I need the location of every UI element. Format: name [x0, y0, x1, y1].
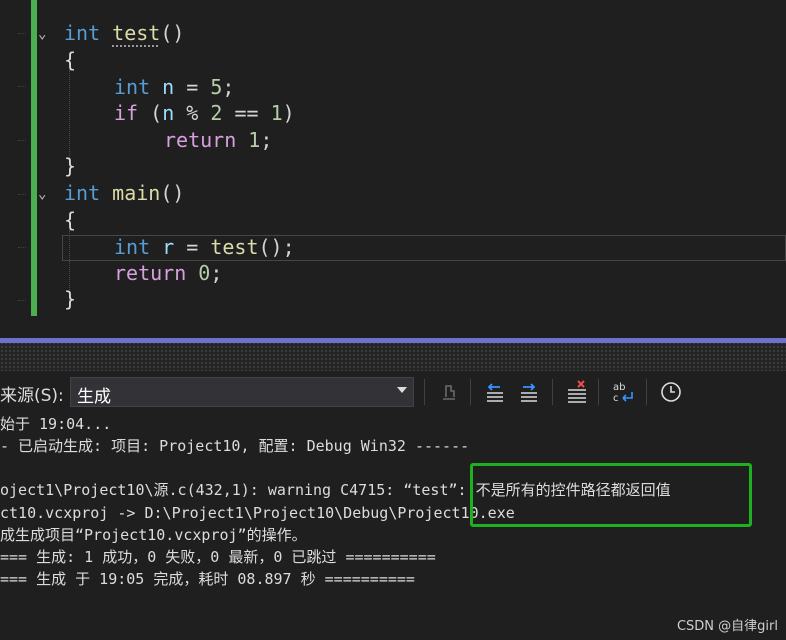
fold-chevron-icon[interactable]: ⌄ [38, 27, 52, 41]
gutter-marker [18, 33, 26, 35]
code-line: int r = test(); [114, 235, 295, 259]
output-line: ct10.vcxproj -> D:\Project1\Project10\De… [0, 504, 515, 522]
source-label: 来源(S): [0, 386, 64, 406]
toolbar-separator [646, 379, 647, 405]
code-line: int n = 5; [114, 75, 235, 99]
clear-all-icon[interactable] [562, 377, 592, 407]
code-line: return 0; [114, 261, 223, 285]
annotation-highlight-box [470, 463, 752, 527]
code-line: } [64, 287, 77, 311]
next-message-icon[interactable] [514, 377, 544, 407]
fold-chevron-icon[interactable]: ⌄ [38, 187, 52, 201]
gutter-marker [18, 247, 26, 249]
timestamp-clock-icon[interactable] [656, 377, 686, 407]
toolbar-separator [552, 379, 553, 405]
code-line: { [64, 48, 77, 72]
output-panel-titlebar[interactable] [0, 343, 786, 371]
output-line: === 生成 于 19:05 完成，耗时 08.897 秒 ========== [0, 570, 415, 588]
previous-message-icon[interactable] [480, 377, 510, 407]
source-dropdown-value: 生成 [77, 387, 111, 407]
svg-text:c: c [613, 393, 619, 404]
toolbar-separator [598, 379, 599, 405]
code-line: int main() [64, 181, 185, 205]
watermark: CSDN @自律girl [676, 619, 778, 634]
source-dropdown[interactable]: 生成 [70, 377, 414, 407]
gutter-marker [18, 140, 26, 142]
code-line: return 1; [164, 128, 273, 152]
output-line: 成生成项目“Project10.vcxproj”的操作。 [0, 526, 307, 544]
change-indicator-bar [31, 0, 37, 316]
code-line: int test() [64, 21, 185, 45]
code-line: { [64, 208, 77, 232]
toolbar-separator [470, 379, 471, 405]
code-line: } [64, 154, 77, 178]
code-editor[interactable]: ⌄ ⌄ int test() { int n = 5; if (n % 2 ==… [0, 0, 786, 338]
output-line: 始于 19:04... [0, 415, 112, 433]
chevron-down-icon [397, 387, 407, 393]
gutter-marker [18, 194, 26, 196]
indent-guide [69, 70, 70, 164]
svg-text:ab: ab [613, 382, 625, 393]
output-line: - 已启动生成: 项目: Project10, 配置: Debug Win32 … [0, 437, 470, 455]
gutter-marker [18, 86, 26, 88]
word-wrap-icon[interactable]: ab c [608, 377, 638, 407]
toolbar-separator [424, 379, 425, 405]
output-line: === 生成: 1 成功，0 失败，0 最新，0 已跳过 ========== [0, 548, 436, 566]
gutter-marker [18, 300, 26, 302]
code-line: if (n % 2 == 1) [114, 101, 295, 125]
output-toolbar: 来源(S): 生成 ab c [0, 371, 786, 413]
go-to-build-icon[interactable] [434, 377, 464, 407]
